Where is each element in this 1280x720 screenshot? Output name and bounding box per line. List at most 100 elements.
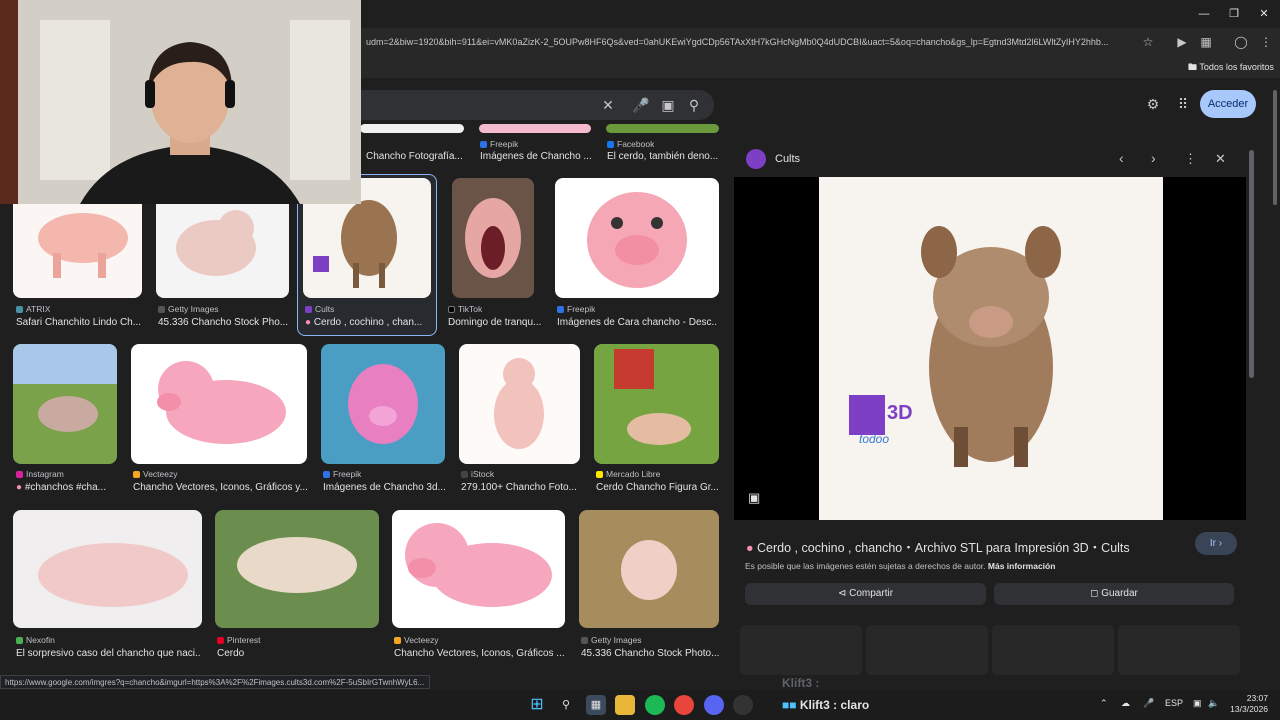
panel-site-name[interactable]: Cults	[775, 153, 800, 165]
result-caption[interactable]: Imágenes de Chancho 3d...	[323, 482, 446, 493]
address-bar[interactable]: udm=2&biw=1920&bih=911&ei=vMK0aZizK-2_5O…	[366, 33, 1146, 51]
settings-gear-icon[interactable]: ⚙	[1144, 95, 1162, 113]
tray-chevron-icon[interactable]: ⌃	[1100, 698, 1108, 709]
more-info-link[interactable]: Más información	[988, 561, 1056, 571]
tray-app-icon[interactable]: ☁	[1121, 698, 1130, 709]
lens-icon[interactable]: ▣	[659, 96, 677, 114]
overlay-caption: Klift3 :	[782, 676, 820, 690]
result-thumbnail[interactable]	[215, 510, 379, 628]
app-icon[interactable]	[733, 695, 753, 715]
result-thumbnail[interactable]	[594, 344, 719, 464]
instagram-icon	[16, 471, 23, 478]
result-thumbnail[interactable]	[452, 178, 534, 298]
panel-scrollbar[interactable]	[1249, 150, 1254, 378]
result-thumbnail[interactable]	[479, 124, 591, 133]
nexofin-icon	[16, 637, 23, 644]
result-caption[interactable]: Domingo de tranqu...	[448, 317, 544, 328]
tray-mic-icon[interactable]: 🎤	[1143, 698, 1154, 709]
result-caption[interactable]: Imágenes de Chancho ...	[480, 151, 592, 162]
taskbar-app-label[interactable]: ■■ Klift3 : claro	[782, 698, 869, 712]
sign-in-button[interactable]: Acceder	[1200, 90, 1256, 118]
atrix-icon	[16, 306, 23, 313]
search-taskbar-icon[interactable]: ⚲	[556, 695, 576, 715]
result-caption[interactable]: Chancho Fotografía...	[366, 151, 471, 162]
more-options-icon[interactable]: ⋮	[1184, 151, 1197, 167]
close-window-icon[interactable]: ✕	[1256, 6, 1272, 22]
page-scrollbar[interactable]	[1273, 90, 1277, 205]
pig-emoji-icon: ●	[16, 482, 25, 493]
related-placeholder	[866, 625, 988, 675]
share-button[interactable]: ⊲ Compartir	[745, 583, 986, 605]
result-caption[interactable]: El cerdo, también deno...	[607, 151, 719, 162]
result-caption[interactable]: 45.336 Chancho Stock Photo...	[581, 648, 719, 659]
taskbar	[0, 690, 1280, 720]
time-text: 23:07	[1246, 693, 1268, 703]
minimize-icon[interactable]: —	[1196, 6, 1212, 22]
previous-icon[interactable]: ‹	[1119, 150, 1124, 166]
clock[interactable]: 23:07 13/3/2026	[1228, 693, 1268, 715]
result-caption[interactable]: 279.100+ Chancho Foto...	[461, 482, 581, 493]
profile-icon[interactable]: ◯	[1233, 34, 1249, 50]
volume-icon[interactable]: 🔈	[1208, 698, 1219, 709]
result-caption[interactable]: ● #chanchos #cha...	[16, 482, 116, 493]
result-source: Cults	[305, 304, 334, 314]
result-source: Pinterest	[217, 635, 261, 645]
chrome-icon[interactable]	[674, 695, 694, 715]
discord-icon[interactable]	[704, 695, 724, 715]
extension-icon[interactable]: ▶	[1174, 34, 1190, 50]
store-icon[interactable]: ▦	[586, 695, 606, 715]
result-thumbnail[interactable]	[13, 344, 117, 464]
result-caption[interactable]: Safari Chanchito Lindo Ch...	[16, 317, 141, 328]
result-caption[interactable]: ● Cerdo , cochino , chan...	[305, 317, 431, 328]
freepik-icon	[480, 141, 487, 148]
getty-icon	[581, 637, 588, 644]
lens-search-icon[interactable]: ▣	[748, 490, 760, 506]
language-indicator[interactable]: ESP	[1165, 698, 1183, 708]
vecteezy-icon	[133, 471, 140, 478]
clear-icon[interactable]: ✕	[599, 96, 617, 114]
restore-icon[interactable]: ❐	[1226, 6, 1242, 22]
search-input[interactable]	[300, 90, 714, 120]
result-caption[interactable]: El sorpresivo caso del chancho que naci.…	[16, 648, 201, 659]
result-caption[interactable]: Cerdo	[217, 648, 377, 659]
visit-button[interactable]: Ir ›	[1195, 532, 1237, 555]
result-source: Instagram	[16, 469, 64, 479]
result-source: iStock	[461, 469, 494, 479]
spotify-icon[interactable]	[645, 695, 665, 715]
microphone-icon[interactable]: 🎤	[632, 96, 650, 114]
save-button[interactable]: ◻ Guardar	[994, 583, 1234, 605]
result-caption[interactable]: Chancho Vectores, Iconos, Gráficos y...	[133, 482, 307, 493]
result-thumbnail[interactable]	[321, 344, 445, 464]
next-icon[interactable]: ›	[1151, 150, 1156, 166]
result-thumbnail[interactable]	[131, 344, 307, 464]
network-icon[interactable]: ▣	[1193, 698, 1202, 709]
cults-icon	[305, 306, 312, 313]
result-caption[interactable]: Chancho Vectores, Iconos, Gráficos ...	[394, 648, 564, 659]
result-thumbnail[interactable]	[459, 344, 580, 464]
result-thumbnail[interactable]	[360, 124, 464, 133]
result-thumbnail[interactable]	[555, 178, 719, 298]
result-thumbnail[interactable]	[392, 510, 565, 628]
result-caption[interactable]: Imágenes de Cara chancho - Desc...	[557, 317, 717, 328]
bookmark-star-icon[interactable]: ☆	[1140, 34, 1156, 50]
mercadolibre-icon	[596, 471, 603, 478]
result-thumbnail[interactable]	[606, 124, 719, 133]
result-source: Getty Images	[581, 635, 642, 645]
all-favorites-link[interactable]: 🖿 Todos los favoritos	[1188, 60, 1274, 74]
preview-image[interactable]: 3D todoo	[819, 177, 1163, 520]
file-explorer-icon[interactable]	[615, 695, 635, 715]
link-status-bar: https://www.google.com/imgres?q=chancho&…	[0, 675, 430, 689]
result-thumbnail[interactable]	[579, 510, 719, 628]
result-thumbnail[interactable]	[13, 510, 202, 628]
windows-start-icon[interactable]: ⊞	[527, 695, 547, 715]
related-placeholder	[992, 625, 1114, 675]
apps-grid-icon[interactable]: ⠿	[1174, 95, 1192, 113]
close-panel-icon[interactable]: ✕	[1215, 151, 1226, 167]
pig-emoji-icon: ●	[746, 541, 758, 555]
search-icon[interactable]: ⚲	[685, 96, 703, 114]
result-caption[interactable]: Cerdo Chancho Figura Gr...	[596, 482, 718, 493]
panel-title[interactable]: ● Cerdo , cochino , chancho・Archivo STL …	[746, 537, 1130, 556]
menu-kebab-icon[interactable]: ⋮	[1258, 34, 1274, 50]
result-caption[interactable]: 45.336 Chancho Stock Pho...	[158, 317, 288, 328]
puzzle-icon[interactable]: ▦	[1198, 34, 1214, 50]
